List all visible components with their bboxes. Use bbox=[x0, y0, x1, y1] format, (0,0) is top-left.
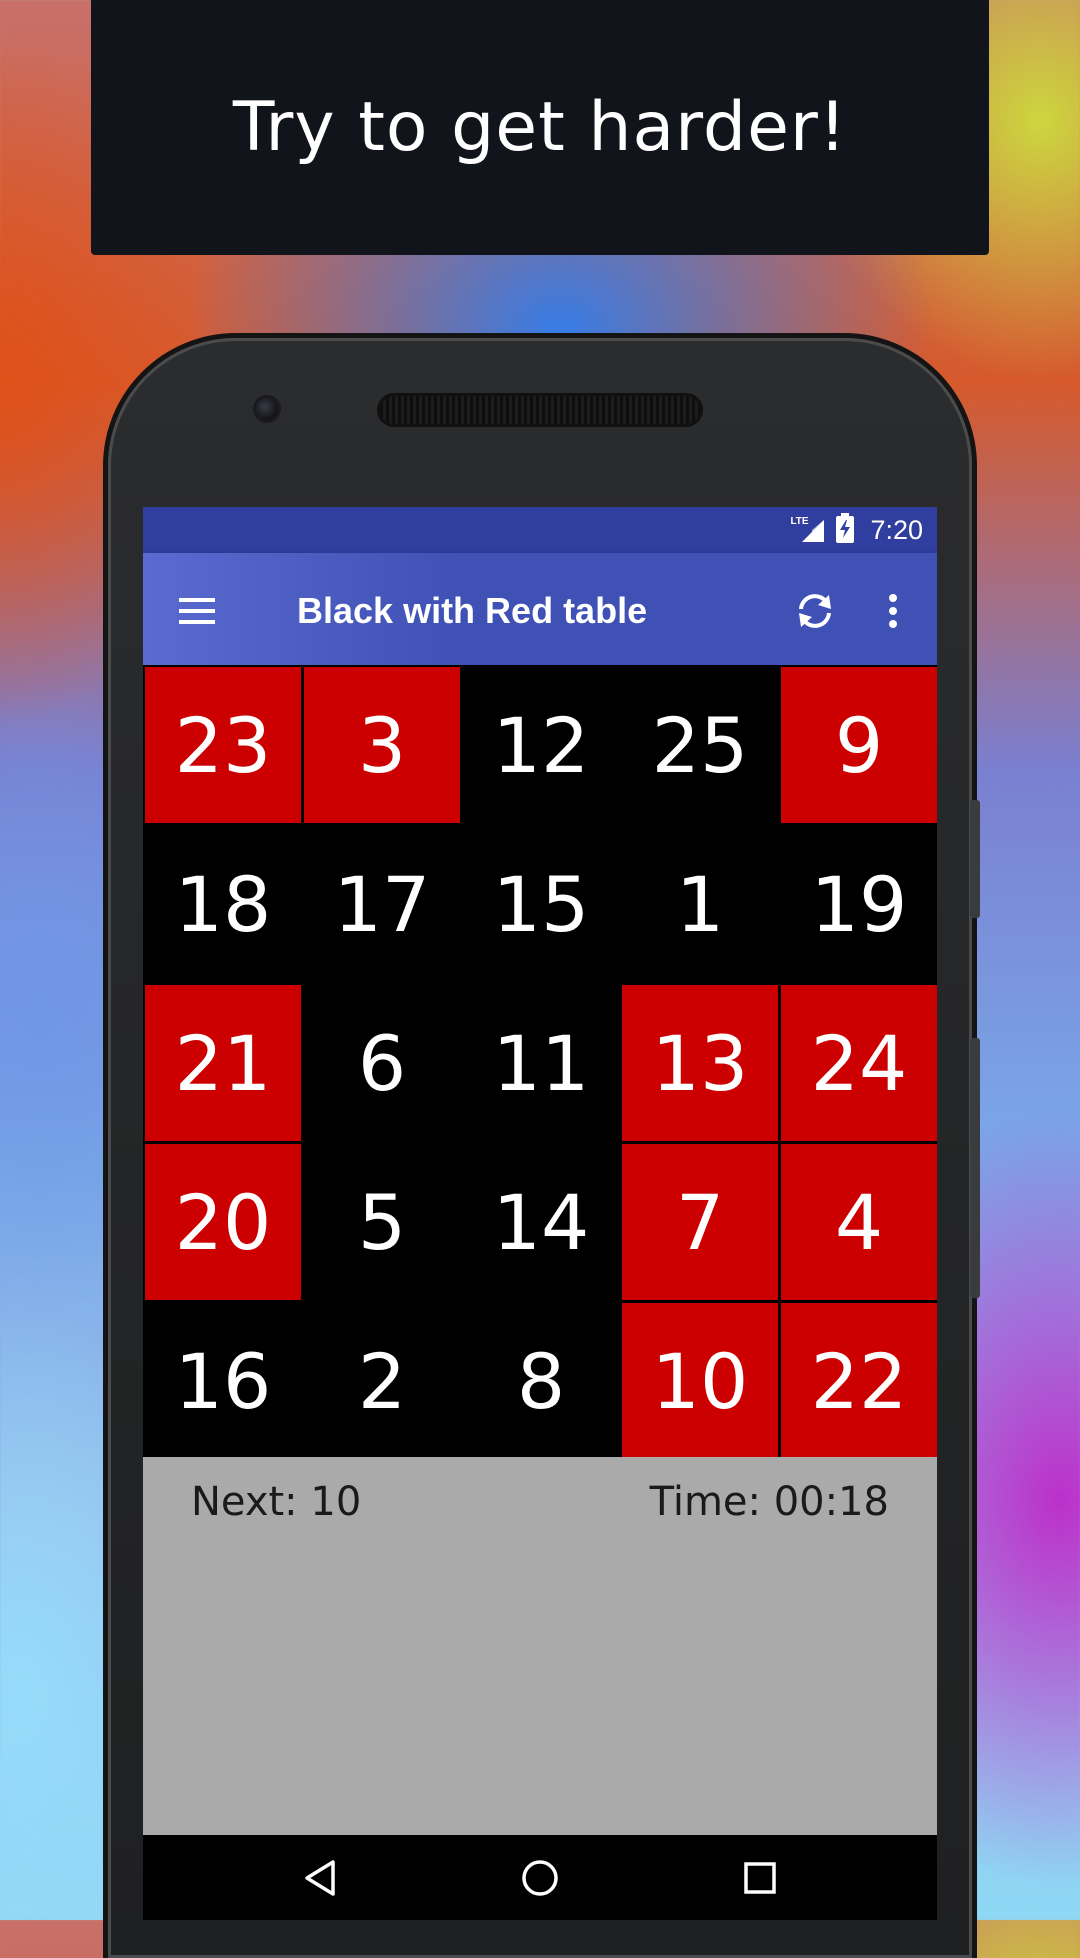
nav-back-icon bbox=[305, 1859, 335, 1896]
grid-cell-11[interactable]: 11 bbox=[463, 985, 619, 1141]
grid-cell-23[interactable]: 23 bbox=[145, 667, 301, 823]
navigation-bar bbox=[143, 1835, 937, 1920]
battery-charging-icon bbox=[836, 513, 855, 547]
grid-cell-20[interactable]: 20 bbox=[145, 1144, 301, 1300]
grid-cell-10[interactable]: 10 bbox=[622, 1303, 778, 1459]
promo-banner: Try to get harder! bbox=[91, 0, 989, 255]
timer-label: Time: 00:18 bbox=[649, 1479, 889, 1525]
grid-cell-6[interactable]: 6 bbox=[304, 985, 460, 1141]
status-time: 7:20 bbox=[870, 514, 923, 545]
earpiece-speaker bbox=[380, 396, 700, 424]
grid-cell-7[interactable]: 7 bbox=[622, 1144, 778, 1300]
hamburger-menu-icon bbox=[179, 598, 215, 624]
grid-cell-2[interactable]: 2 bbox=[304, 1303, 460, 1459]
number-grid: 23 3 12 25 9 18 17 15 1 19 21 6 11 13 24 20 5 14 7 4 16 2 8 10 2… bbox=[143, 665, 937, 1461]
grid-cell-8[interactable]: 8 bbox=[463, 1303, 619, 1459]
grid-cell-21[interactable]: 21 bbox=[145, 985, 301, 1141]
nav-recents-button[interactable] bbox=[725, 1843, 795, 1913]
nav-recents-icon bbox=[744, 1861, 776, 1894]
grid-cell-22[interactable]: 22 bbox=[781, 1303, 937, 1459]
grid-cell-12[interactable]: 12 bbox=[463, 667, 619, 823]
side-button-bottom bbox=[970, 1038, 980, 1298]
grid-cell-19[interactable]: 19 bbox=[781, 826, 937, 982]
overflow-menu-button[interactable] bbox=[863, 581, 923, 641]
info-panel: Next: 10 Time: 00:18 bbox=[143, 1457, 937, 1835]
grid-cell-14[interactable]: 14 bbox=[463, 1144, 619, 1300]
app-bar: Black with Red table bbox=[143, 553, 937, 669]
more-vert-icon bbox=[889, 594, 897, 628]
phone-screen: LTE 7:20 Black with Red table 23 3 12 25… bbox=[143, 507, 937, 1920]
grid-cell-1[interactable]: 1 bbox=[622, 826, 778, 982]
next-number-label: Next: 10 bbox=[191, 1479, 362, 1525]
grid-cell-18[interactable]: 18 bbox=[145, 826, 301, 982]
page-title: Black with Red table bbox=[297, 590, 648, 631]
grid-cell-3[interactable]: 3 bbox=[304, 667, 460, 823]
grid-cell-15[interactable]: 15 bbox=[463, 826, 619, 982]
status-bar: LTE 7:20 bbox=[143, 507, 937, 553]
refresh-icon bbox=[799, 594, 831, 628]
side-button-top bbox=[970, 800, 980, 918]
grid-cell-16[interactable]: 16 bbox=[145, 1303, 301, 1459]
grid-cell-5[interactable]: 5 bbox=[304, 1144, 460, 1300]
front-camera bbox=[256, 398, 278, 420]
lte-signal-icon: LTE bbox=[790, 516, 826, 544]
banner-text: Try to get harder! bbox=[232, 88, 848, 167]
menu-button[interactable] bbox=[167, 581, 227, 641]
grid-cell-9[interactable]: 9 bbox=[781, 667, 937, 823]
grid-cell-24[interactable]: 24 bbox=[781, 985, 937, 1141]
nav-home-icon bbox=[522, 1859, 558, 1896]
grid-cell-17[interactable]: 17 bbox=[304, 826, 460, 982]
nav-home-button[interactable] bbox=[505, 1843, 575, 1913]
nav-back-button[interactable] bbox=[285, 1843, 355, 1913]
grid-cell-4[interactable]: 4 bbox=[781, 1144, 937, 1300]
refresh-button[interactable] bbox=[785, 581, 845, 641]
grid-cell-13[interactable]: 13 bbox=[622, 985, 778, 1141]
grid-cell-25[interactable]: 25 bbox=[622, 667, 778, 823]
